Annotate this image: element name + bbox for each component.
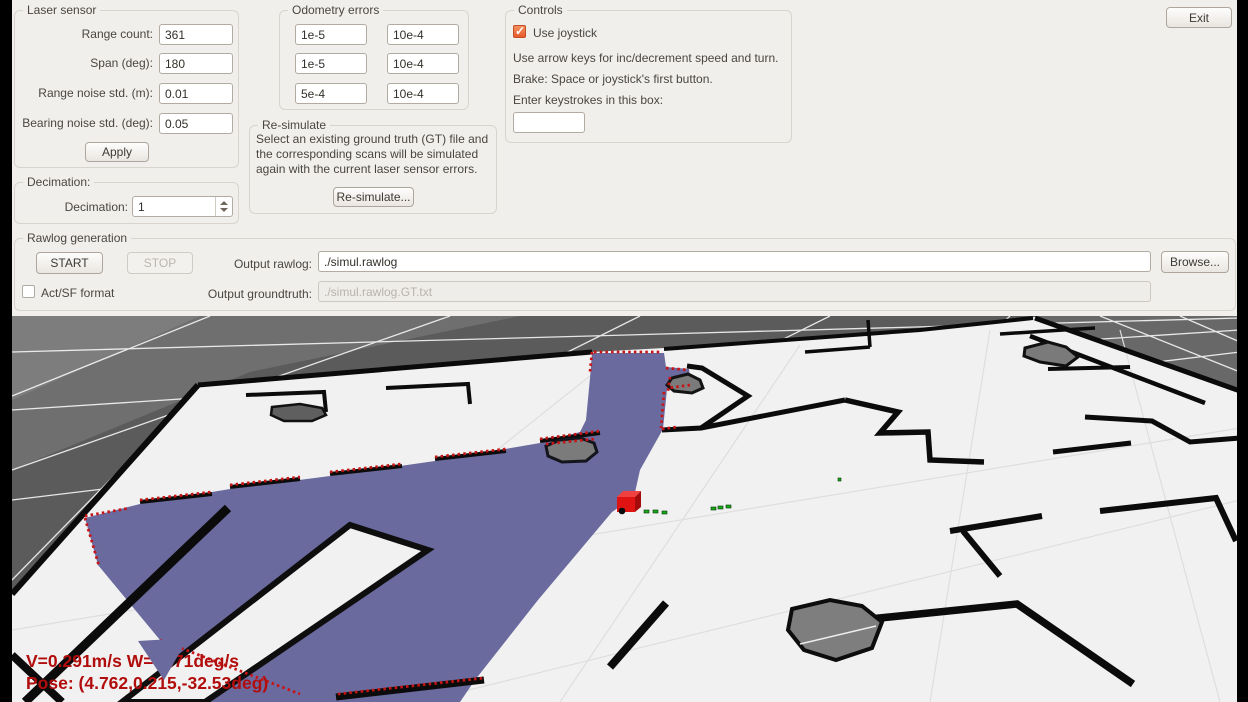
range-noise-label: Range noise std. (m): xyxy=(20,86,153,100)
hud-pose-text: Pose: (4.762,0.215,-32.53deg) xyxy=(26,673,268,693)
odometry-error-input-1[interactable] xyxy=(295,24,367,45)
resimulate-description: Select an existing ground truth (GT) fil… xyxy=(256,132,491,177)
span-label: Span (deg): xyxy=(20,56,153,70)
spinner-up-icon[interactable] xyxy=(220,201,228,205)
exit-button[interactable]: Exit xyxy=(1166,7,1232,28)
decimation-value[interactable]: 1 xyxy=(138,200,145,214)
spinner-down-icon[interactable] xyxy=(220,208,228,212)
controls-title: Controls xyxy=(514,3,567,17)
use-joystick-checkbox[interactable] xyxy=(513,25,526,38)
right-black-bar xyxy=(1237,0,1248,702)
arrows-hint: Use arrow keys for inc/decrement speed a… xyxy=(513,51,778,65)
decimation-label: Decimation: xyxy=(20,200,128,214)
range-count-label: Range count: xyxy=(20,27,153,41)
resimulate-title: Re-simulate xyxy=(258,118,330,132)
output-rawlog-label: Output rawlog: xyxy=(212,257,312,271)
range-noise-input[interactable] xyxy=(159,83,233,104)
decimation-spinner-arrows[interactable] xyxy=(215,197,232,216)
apply-button[interactable]: Apply xyxy=(85,142,149,162)
act-sf-checkbox[interactable] xyxy=(22,285,35,298)
odometry-error-input-2[interactable] xyxy=(387,24,459,45)
use-joystick-label: Use joystick xyxy=(533,26,597,40)
odometry-error-input-3[interactable] xyxy=(295,53,367,74)
output-groundtruth-input xyxy=(318,281,1151,302)
bearing-noise-input[interactable] xyxy=(159,113,233,134)
keystroke-input[interactable] xyxy=(513,112,585,133)
odometry-error-input-4[interactable] xyxy=(387,53,459,74)
obstacle-blob-center xyxy=(546,438,597,462)
odometry-errors-title: Odometry errors xyxy=(288,3,383,17)
span-input[interactable] xyxy=(159,53,233,74)
keystrokes-hint: Enter keystrokes in this box: xyxy=(513,93,663,107)
output-rawlog-input[interactable] xyxy=(318,251,1151,272)
start-button[interactable]: START xyxy=(36,252,103,274)
bearing-noise-label: Bearing noise std. (deg): xyxy=(20,116,153,130)
range-count-input[interactable] xyxy=(159,24,233,45)
robot-wheel xyxy=(619,508,626,515)
brake-hint: Brake: Space or joystick's first button. xyxy=(513,72,713,86)
act-sf-label: Act/SF format xyxy=(41,286,114,300)
output-groundtruth-label: Output groundtruth: xyxy=(192,287,312,301)
left-black-bar xyxy=(0,0,12,702)
hud-velocity-text: V=0.291m/s W=-5.71deg/s xyxy=(26,651,239,671)
resimulate-button[interactable]: Re-simulate... xyxy=(333,187,414,207)
browse-button[interactable]: Browse... xyxy=(1161,251,1229,273)
decimation-title: Decimation: xyxy=(23,175,94,189)
stop-button[interactable]: STOP xyxy=(127,252,193,274)
decimation-spinner[interactable]: 1 xyxy=(132,196,233,217)
obstacle-blob-left xyxy=(271,404,326,421)
simulator-3d-viewport[interactable]: V=0.291m/s W=-5.71deg/s Pose: (4.762,0.2… xyxy=(0,316,1248,702)
odometry-error-input-6[interactable] xyxy=(387,83,459,104)
laser-sensor-title: Laser sensor xyxy=(23,3,100,17)
odometry-error-input-5[interactable] xyxy=(295,83,367,104)
rawlog-generation-title: Rawlog generation xyxy=(23,231,131,245)
